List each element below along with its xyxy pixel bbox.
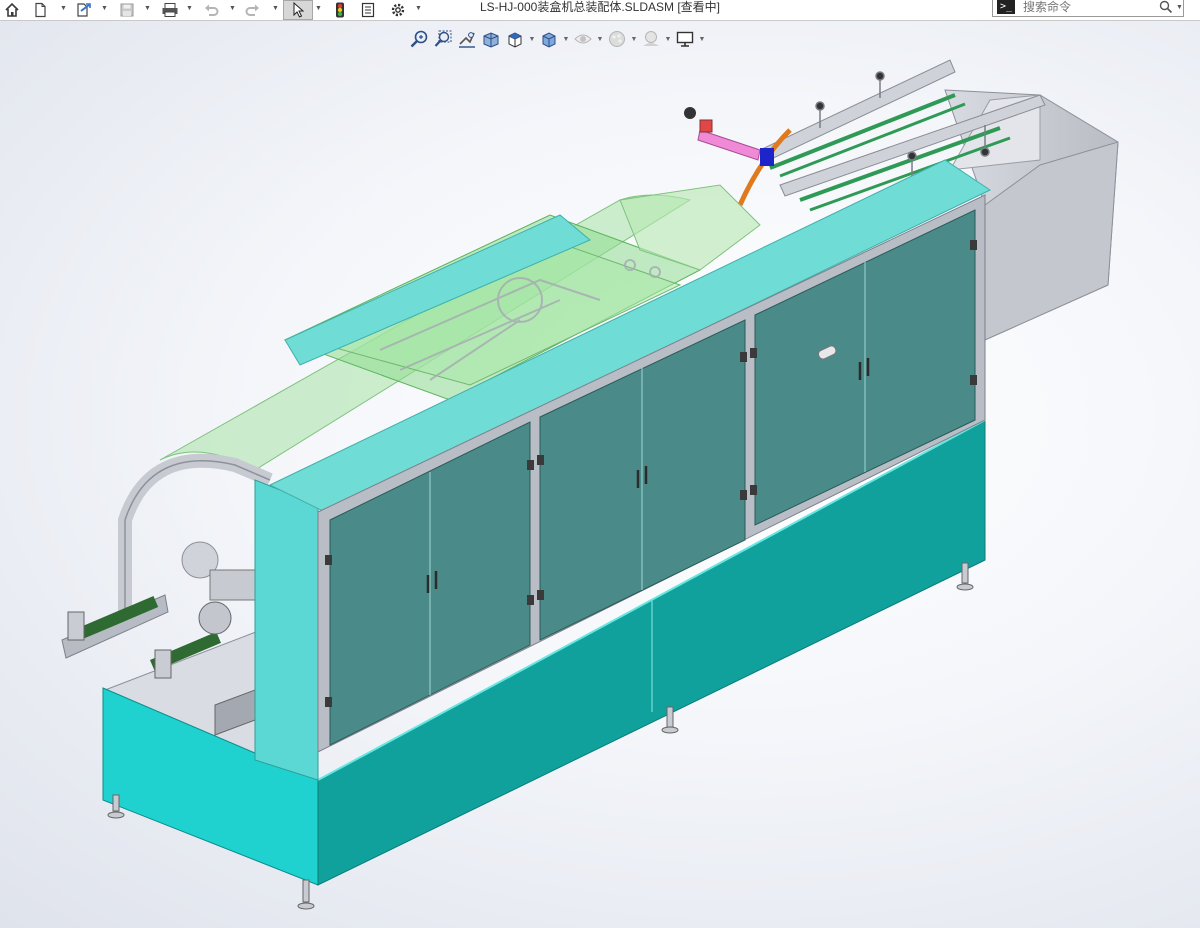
- home-icon: [5, 2, 19, 17]
- undo-button[interactable]: [200, 0, 222, 19]
- new-dropdown-caret[interactable]: ▼: [60, 5, 67, 12]
- options-gear-icon: [391, 3, 405, 16]
- new-document-button[interactable]: [30, 0, 50, 19]
- print-dropdown-caret[interactable]: ▼: [186, 5, 193, 12]
- search-dropdown-caret[interactable]: ▼: [1176, 4, 1183, 11]
- redo-dropdown-caret[interactable]: ▼: [272, 5, 279, 12]
- select-cursor-icon: [293, 2, 305, 18]
- file-properties-button[interactable]: [357, 0, 379, 19]
- undo-icon: [205, 4, 219, 16]
- save-icon: [120, 3, 134, 16]
- select-button[interactable]: [283, 0, 313, 20]
- title-bar: ▼ ▼ ▼ ▼ ▼ ▼ ▼ ▼ LS-HJ-000装盒机总装配体.SLDASM …: [0, 0, 1200, 21]
- redo-button[interactable]: [242, 0, 264, 19]
- home-button[interactable]: [2, 0, 22, 19]
- select-dropdown-caret[interactable]: ▼: [315, 5, 322, 12]
- save-button[interactable]: [116, 0, 138, 19]
- file-properties-icon: [361, 2, 375, 17]
- redo-icon: [245, 4, 259, 16]
- undo-dropdown-caret[interactable]: ▼: [229, 5, 236, 12]
- new-document-icon: [35, 2, 46, 17]
- command-prompt-icon: >_: [997, 0, 1015, 14]
- print-icon: [162, 2, 178, 17]
- search-input[interactable]: [1021, 0, 1155, 15]
- rebuild-traffic-light-icon: [336, 2, 344, 17]
- open-icon: [77, 2, 91, 17]
- options-dropdown-caret[interactable]: ▼: [415, 5, 422, 12]
- open-button[interactable]: [72, 0, 96, 19]
- options-button[interactable]: [386, 0, 410, 19]
- search-commands-box[interactable]: >_ ▼: [992, 0, 1184, 17]
- search-icon[interactable]: [1159, 0, 1173, 14]
- open-dropdown-caret[interactable]: ▼: [101, 5, 108, 12]
- print-button[interactable]: [158, 0, 182, 19]
- rebuild-button[interactable]: [330, 0, 350, 19]
- save-dropdown-caret[interactable]: ▼: [144, 5, 151, 12]
- graphics-area-3d-viewport[interactable]: [0, 21, 1200, 928]
